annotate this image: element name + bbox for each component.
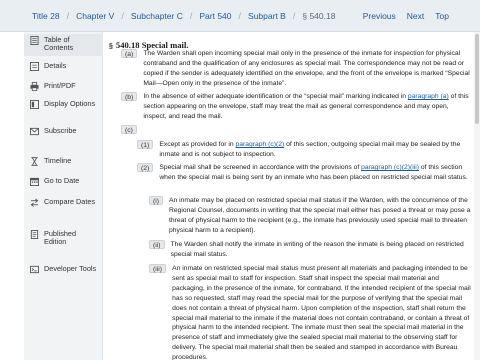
table-of-contents-icon bbox=[30, 36, 39, 45]
paragraph-label: (a) bbox=[121, 49, 138, 58]
next-link[interactable]: Next bbox=[407, 11, 424, 21]
breadcrumb-separator-icon: / bbox=[238, 11, 242, 21]
section-symbol: § bbox=[109, 43, 113, 50]
sidebar-item-label: Subscribe bbox=[44, 126, 77, 135]
paragraph-c-2-ii: (ii) The Warden shall notify the inmate … bbox=[149, 240, 473, 260]
paragraph-c-2-i: (i) An inmate may be placed on restricte… bbox=[149, 196, 473, 236]
paragraph-text: An inmate on restricted special mail sta… bbox=[172, 265, 471, 360]
breadcrumb-chapter[interactable]: Chapter V bbox=[76, 11, 114, 21]
regulation-content: § 540.18 Special mail. (a) The Warden sha… bbox=[103, 32, 480, 360]
sidebar-item-developer-tools[interactable]: Developer Tools bbox=[24, 263, 103, 285]
previous-link[interactable]: Previous bbox=[363, 11, 396, 21]
sidebar-item-timeline[interactable]: Timeline bbox=[24, 155, 103, 169]
paragraph-label: (ii) bbox=[149, 240, 165, 249]
sidebar-item-subscribe[interactable]: Subscribe bbox=[24, 125, 103, 139]
details-icon bbox=[30, 62, 39, 71]
paragraph-text-start: In the absence of either adequate identi… bbox=[143, 93, 408, 100]
breadcrumb-separator-icon: / bbox=[121, 11, 124, 21]
paragraph-c-2-iii-link[interactable]: paragraph (c)(2)(iii) bbox=[361, 164, 419, 171]
printer-icon bbox=[30, 82, 39, 91]
sidebar-item-label: Timeline bbox=[44, 156, 72, 165]
sidebar-item-label: Table of Contents bbox=[44, 35, 74, 53]
top-link[interactable]: Top bbox=[435, 11, 449, 21]
sidebar: Table of Contents Details Print/PDF Disp… bbox=[24, 32, 103, 360]
sidebar-item-print-pdf[interactable]: Print/PDF bbox=[24, 80, 103, 94]
paragraph-label: (i) bbox=[149, 196, 164, 205]
paragraph-a: (a) The Warden shall open incoming speci… bbox=[121, 49, 473, 89]
breadcrumb-separator-icon: / bbox=[66, 11, 70, 21]
sidebar-item-label: Print/PDF bbox=[44, 81, 76, 90]
paragraph-text: Special mail shall be screened in accord… bbox=[159, 163, 473, 183]
paragraph-text: An inmate may be placed on restricted sp… bbox=[169, 197, 471, 234]
compare-icon bbox=[30, 198, 39, 207]
paragraph-text: The Warden shall open incoming special m… bbox=[143, 50, 470, 87]
section-navigation: Previous Next Top bbox=[363, 0, 449, 32]
sidebar-item-details[interactable]: Details bbox=[24, 60, 103, 74]
sidebar-item-published-edition[interactable]: Published Edition bbox=[24, 228, 103, 250]
breadcrumb-separator-icon: / bbox=[292, 11, 296, 21]
breadcrumb: Title 28 / Chapter V / Subchapter C / Pa… bbox=[32, 0, 335, 32]
breadcrumb-title[interactable]: Title 28 bbox=[32, 11, 60, 21]
sidebar-item-label: Compare Dates bbox=[44, 197, 96, 206]
paragraph-label: (b) bbox=[121, 92, 138, 101]
breadcrumb-section: § 540.18 bbox=[302, 11, 336, 21]
paragraph-text: The Warden shall notify the inmate in wr… bbox=[170, 241, 464, 258]
paragraph-c-1: (1) Except as provided for in paragraph … bbox=[137, 140, 473, 160]
sidebar-item-label: Developer Tools bbox=[44, 264, 97, 273]
scrollbar[interactable] bbox=[474, 32, 480, 360]
paragraph-label: (2) bbox=[137, 163, 154, 172]
developer-tools-icon bbox=[30, 265, 39, 274]
published-edition-icon bbox=[30, 230, 39, 239]
paragraph-label: (iii) bbox=[149, 264, 167, 273]
sidebar-item-label: Details bbox=[44, 61, 67, 70]
breadcrumb-subpart[interactable]: Subpart B bbox=[248, 11, 286, 21]
sidebar-item-go-to-date[interactable]: Go to Date bbox=[24, 175, 103, 189]
paragraph-b: (b) In the absence of either adequate id… bbox=[121, 92, 473, 122]
display-options-icon bbox=[30, 100, 39, 109]
sidebar-item-compare-dates[interactable]: Compare Dates bbox=[24, 196, 103, 218]
paragraph-text: In the absence of either adequate identi… bbox=[143, 92, 473, 122]
sidebar-item-display-options[interactable]: Display Options bbox=[24, 98, 103, 120]
paragraph-c-2-iii: (iii) An inmate on restricted special ma… bbox=[149, 264, 473, 360]
paragraph-text-start: Special mail shall be screened in accord… bbox=[159, 164, 362, 171]
sidebar-item-label: Go to Date bbox=[44, 176, 80, 185]
paragraph-text: Except as provided for in paragraph (c)(… bbox=[159, 140, 473, 160]
breadcrumb-subchapter[interactable]: Subchapter C bbox=[131, 11, 183, 21]
breadcrumb-part[interactable]: Part 540 bbox=[199, 11, 231, 21]
sidebar-item-label: Display Options bbox=[44, 99, 96, 108]
scrollbar-thumb[interactable] bbox=[475, 34, 479, 124]
hourglass-icon bbox=[31, 157, 38, 166]
paragraph-c-2-link[interactable]: paragraph (c)(2) bbox=[235, 141, 284, 148]
breadcrumb-separator-icon: / bbox=[189, 11, 193, 21]
paragraph-text-start: Except as provided for in bbox=[159, 141, 236, 148]
subscribe-icon bbox=[30, 127, 39, 136]
sidebar-item-table-of-contents[interactable]: Table of Contents bbox=[24, 34, 103, 56]
sidebar-item-label: Published Edition bbox=[44, 229, 77, 247]
calendar-icon bbox=[30, 177, 39, 186]
paragraph-c-2: (2) Special mail shall be screened in ac… bbox=[137, 163, 473, 183]
paragraph-a-link[interactable]: paragraph (a) bbox=[408, 93, 449, 100]
paragraph-c: (c) bbox=[121, 125, 161, 134]
top-navigation-bar: Title 28 / Chapter V / Subchapter C / Pa… bbox=[0, 0, 480, 32]
paragraph-label: (c) bbox=[121, 125, 137, 134]
paragraph-label: (1) bbox=[137, 140, 154, 149]
